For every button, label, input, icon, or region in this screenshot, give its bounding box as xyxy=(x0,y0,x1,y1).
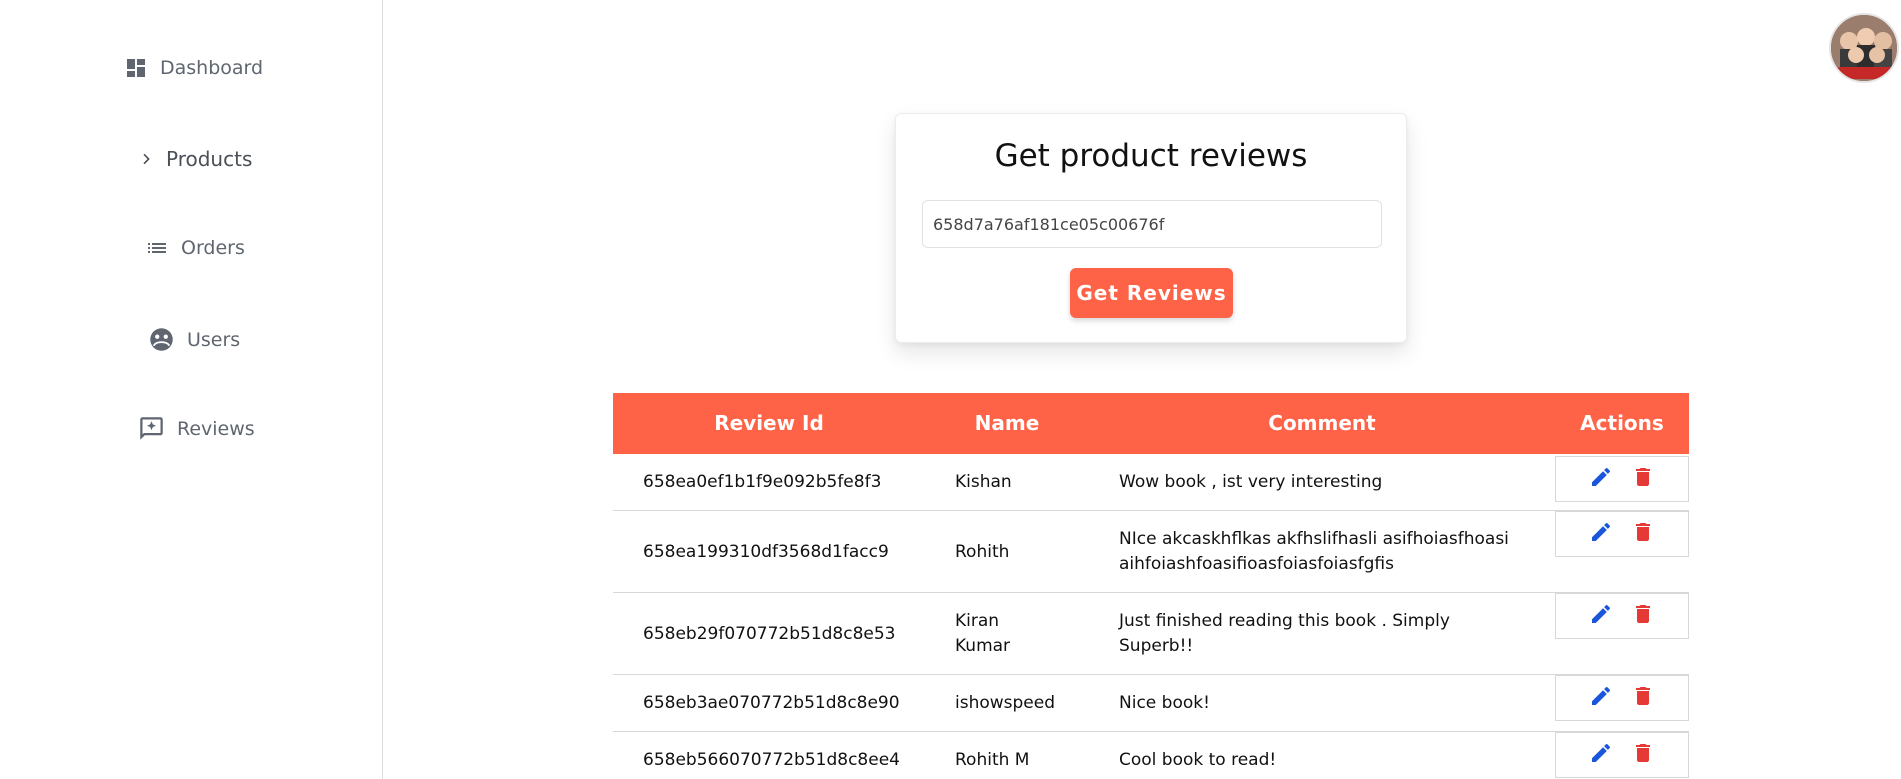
table-row: 658eb3ae070772b51d8c8e90 ishowspeed Nice… xyxy=(613,675,1689,732)
reviews-icon xyxy=(138,415,165,442)
sidebar-item-label: Reviews xyxy=(177,417,255,440)
comment-cell: NIce akcaskhflkas akfhslifhasli asifhoia… xyxy=(1119,529,1509,574)
sidebar: Dashboard Products Orders Users Reviews xyxy=(0,0,383,779)
chevron-right-icon xyxy=(138,151,154,167)
edit-icon[interactable] xyxy=(1589,602,1613,631)
name-cell: Kiran Kumar xyxy=(955,611,1011,656)
product-id-input[interactable] xyxy=(922,200,1382,248)
users-icon xyxy=(148,326,175,353)
table-header: Review Id Name Comment Actions xyxy=(613,393,1689,454)
avatar[interactable] xyxy=(1829,13,1899,83)
sidebar-item-orders[interactable]: Orders xyxy=(145,236,245,260)
name-cell: Rohith xyxy=(955,541,1010,562)
review-id-cell: 658ea0ef1b1f9e092b5fe8f3 xyxy=(643,472,882,492)
review-id-cell: 658eb29f070772b51d8c8e53 xyxy=(643,623,896,644)
column-header-name: Name xyxy=(974,411,1040,435)
actions-cell xyxy=(1555,675,1689,721)
list-icon xyxy=(145,236,169,260)
review-id-cell: 658eb3ae070772b51d8c8e90 xyxy=(643,693,900,713)
sidebar-item-label: Products xyxy=(166,147,253,171)
sidebar-item-users[interactable]: Users xyxy=(148,326,240,353)
delete-icon[interactable] xyxy=(1631,602,1655,631)
edit-icon[interactable] xyxy=(1589,684,1613,713)
comment-cell: Wow book , ist very interesting xyxy=(1119,472,1383,492)
actions-cell xyxy=(1555,732,1689,778)
column-header-review-id: Review Id xyxy=(714,411,824,435)
comment-cell: Just finished reading this book . Simply… xyxy=(1119,611,1450,656)
get-reviews-card: Get product reviews Get Reviews xyxy=(895,113,1407,343)
table-row: 658eb29f070772b51d8c8e53 Kiran Kumar Jus… xyxy=(613,593,1689,675)
sidebar-item-label: Dashboard xyxy=(160,57,264,79)
table-row: 658ea0ef1b1f9e092b5fe8f3 Kishan Wow book… xyxy=(613,454,1689,511)
comment-cell: Nice book! xyxy=(1119,693,1210,713)
name-cell: ishowspeed xyxy=(955,693,1056,713)
name-cell: Kishan xyxy=(955,472,1012,492)
edit-icon[interactable] xyxy=(1589,741,1613,770)
review-id-cell: 658eb566070772b51d8c8ee4 xyxy=(643,750,900,770)
name-cell: Rohith M xyxy=(955,750,1030,770)
card-title: Get product reviews xyxy=(994,138,1308,174)
comment-cell: Cool book to read! xyxy=(1119,750,1277,770)
delete-icon[interactable] xyxy=(1631,465,1655,494)
delete-icon[interactable] xyxy=(1631,684,1655,713)
delete-icon[interactable] xyxy=(1631,520,1655,549)
actions-cell xyxy=(1555,593,1689,639)
column-header-actions: Actions xyxy=(1580,411,1664,435)
sidebar-item-label: Orders xyxy=(181,237,245,259)
edit-icon[interactable] xyxy=(1589,520,1613,549)
table-row: 658ea199310df3568d1facc9 Rohith NIce akc… xyxy=(613,511,1689,593)
delete-icon[interactable] xyxy=(1631,741,1655,770)
column-header-comment: Comment xyxy=(1268,411,1376,435)
actions-cell xyxy=(1555,456,1689,502)
review-id-cell: 658ea199310df3568d1facc9 xyxy=(643,541,889,562)
sidebar-item-products[interactable]: Products xyxy=(138,147,252,171)
table-row: 658eb566070772b51d8c8ee4 Rohith M Cool b… xyxy=(613,732,1689,779)
sidebar-item-dashboard[interactable]: Dashboard xyxy=(124,56,263,80)
reviews-table: Review Id Name Comment Actions 658ea0ef1… xyxy=(613,393,1689,779)
actions-cell xyxy=(1555,511,1689,557)
get-reviews-button[interactable]: Get Reviews xyxy=(1070,268,1233,318)
sidebar-item-reviews[interactable]: Reviews xyxy=(138,415,255,442)
edit-icon[interactable] xyxy=(1589,465,1613,494)
sidebar-item-label: Users xyxy=(187,328,241,351)
dashboard-icon xyxy=(124,56,148,80)
